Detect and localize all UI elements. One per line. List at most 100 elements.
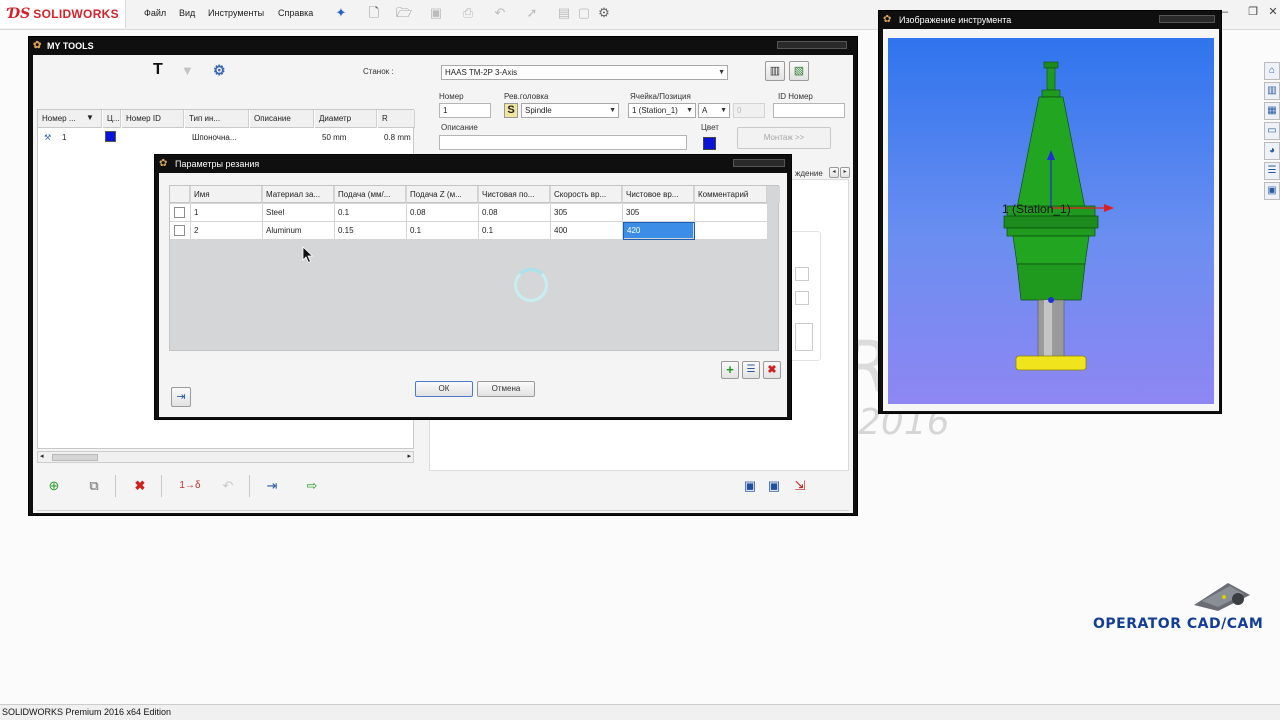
cell-speed[interactable]: 400 <box>551 222 623 240</box>
cell-feed[interactable]: 0.15 <box>335 222 407 240</box>
column-header-radius[interactable]: R <box>378 110 415 128</box>
cell-letter-select[interactable]: A ▼ <box>698 103 730 118</box>
tab-scroll-left-icon[interactable]: ◂ <box>829 167 839 178</box>
menu-view[interactable]: Вид <box>179 8 195 18</box>
titlebar-buttons[interactable] <box>733 159 785 167</box>
menu-file[interactable]: Файл <box>144 8 166 18</box>
color-swatch[interactable] <box>703 137 716 150</box>
turret-select[interactable]: Spindle ▼ <box>521 103 619 118</box>
custom-properties-icon[interactable]: ☰ <box>1264 162 1280 180</box>
menu-help[interactable]: Справка <box>278 8 313 18</box>
holder-view-button[interactable]: ▧ <box>789 61 809 81</box>
machine-select[interactable]: HAAS TM-2P 3-Axis ▼ <box>441 65 728 80</box>
undo-icon[interactable]: ↶ <box>492 5 508 21</box>
save-as-icon[interactable]: ▣ <box>765 477 783 495</box>
column-header-description[interactable]: Описание <box>250 110 314 128</box>
ok-button[interactable]: ОК <box>415 381 473 397</box>
cell-comment[interactable] <box>695 222 768 240</box>
import-icon[interactable]: ⇥ <box>263 477 281 495</box>
pin-icon[interactable]: ✦ <box>333 5 349 21</box>
tool-3d-viewport[interactable]: 1 (Station_1) <box>888 38 1214 404</box>
cell-feed-z[interactable]: 0.1 <box>407 222 479 240</box>
edit-row-icon[interactable]: ☰ <box>742 361 760 379</box>
menu-tools[interactable]: Инструменты <box>208 8 264 18</box>
cell-material[interactable]: Aluminum <box>263 222 335 240</box>
column-header-name[interactable]: Имя <box>191 186 262 203</box>
forum-icon[interactable]: ▣ <box>1264 182 1280 200</box>
new-document-icon[interactable]: 🗋 <box>366 5 382 21</box>
column-header-comment[interactable]: Комментарий <box>695 186 767 203</box>
undo-icon[interactable]: ↶ <box>219 477 237 495</box>
save-icon[interactable]: ▣ <box>741 477 759 495</box>
cell-finish-feed[interactable]: 0.1 <box>479 222 551 240</box>
cell-material[interactable]: Steel <box>263 204 335 222</box>
renumber-icon[interactable]: 1→δ <box>175 477 205 495</box>
row-checkbox[interactable] <box>174 225 185 236</box>
titlebar-buttons[interactable] <box>777 41 847 49</box>
options-gear-icon[interactable]: ⚙ <box>596 5 612 21</box>
column-header-id[interactable]: Номер ID <box>122 110 184 128</box>
tab-page-field[interactable] <box>795 323 813 351</box>
rebuild-icon[interactable]: ▤ <box>556 5 572 21</box>
close-icon[interactable]: ✕ <box>1263 4 1280 20</box>
column-header-diameter[interactable]: Диаметр <box>315 110 377 128</box>
cell-feed-z[interactable]: 0.08 <box>407 204 479 222</box>
home-icon[interactable]: ⌂ <box>1264 62 1280 80</box>
tab-page-field[interactable] <box>795 267 809 281</box>
column-header-feed[interactable]: Подача (мм/... <box>335 186 406 203</box>
column-header-finish-speed[interactable]: Чистовое вр... <box>623 186 694 203</box>
number-field[interactable]: 1 <box>439 103 491 118</box>
cell-comment[interactable] <box>695 204 768 222</box>
tab-page-field[interactable] <box>795 291 809 305</box>
cell-speed[interactable]: 305 <box>551 204 623 222</box>
solidworks-logo[interactable]: ƊS SOLIDWORKS <box>0 0 126 28</box>
my-tools-titlebar[interactable]: ✿ MY TOOLS <box>29 37 857 55</box>
tool-view-button[interactable]: ▥ <box>765 61 785 81</box>
cell-finish-speed[interactable]: 305 <box>623 204 695 222</box>
cell-feed[interactable]: 0.1 <box>335 204 407 222</box>
row-checkbox[interactable] <box>174 207 185 218</box>
tool-holder-icon[interactable]: ⚙ <box>213 62 226 79</box>
cell-name[interactable]: 1 <box>191 204 263 222</box>
id-number-field[interactable] <box>773 103 845 118</box>
copy-tool-icon[interactable]: ⧉ <box>85 477 103 495</box>
description-field[interactable] <box>439 135 687 150</box>
restore-icon[interactable]: ❐ <box>1243 4 1263 20</box>
delete-row-icon[interactable]: ✖ <box>763 361 781 379</box>
file-explorer-icon[interactable]: ▭ <box>1264 122 1280 140</box>
tool-image-titlebar[interactable]: ✿ Изображение инструмента <box>879 11 1221 29</box>
scroll-left-icon[interactable]: ◂ <box>40 452 44 460</box>
appearances-icon[interactable]: ◕ <box>1264 142 1280 160</box>
column-header-type[interactable]: Тип ин... <box>185 110 249 128</box>
scroll-right-icon[interactable]: ▸ <box>407 452 411 460</box>
cell-finish-speed-selected[interactable]: 420 <box>623 222 695 240</box>
column-header-finish-feed[interactable]: Чистовая по... <box>479 186 550 203</box>
print-icon[interactable]: ⎙ <box>460 5 476 21</box>
column-header-speed[interactable]: Скорость вр... <box>551 186 622 203</box>
export-params-icon[interactable]: ⇥ <box>171 387 191 407</box>
cell-select[interactable]: 1 (Station_1) ▼ <box>628 103 696 118</box>
add-row-icon[interactable]: + <box>721 361 739 379</box>
save-icon[interactable]: ▣ <box>428 5 444 21</box>
cell-name[interactable]: 2 <box>191 222 263 240</box>
design-library-icon[interactable]: ▦ <box>1264 102 1280 120</box>
titlebar-buttons[interactable] <box>1159 15 1215 23</box>
cell-finish-feed[interactable]: 0.08 <box>479 204 551 222</box>
column-header-material[interactable]: Материал за... <box>263 186 334 203</box>
scrollbar-thumb[interactable] <box>52 454 98 461</box>
open-folder-icon[interactable]: 🗁 <box>396 5 412 21</box>
cancel-button[interactable]: Отмена <box>477 381 535 397</box>
tab-scroll-right-icon[interactable]: ▸ <box>840 167 850 178</box>
mount-button[interactable]: Монтаж >> <box>737 127 831 149</box>
resources-icon[interactable]: ▥ <box>1264 82 1280 100</box>
export-icon[interactable]: ⇨ <box>303 477 321 495</box>
column-header-color[interactable]: Ц... <box>103 110 121 128</box>
tab-fragment[interactable]: ждение <box>795 169 823 178</box>
add-tool-icon[interactable]: ⊕ <box>45 477 63 495</box>
filter-icon[interactable]: ▼ <box>181 63 194 78</box>
delete-tool-icon[interactable]: ✖ <box>131 477 149 495</box>
tools-table-scrollbar[interactable]: ◂ ▸ <box>37 451 414 463</box>
cell-position-field[interactable]: 0 <box>733 103 765 118</box>
text-tool-icon[interactable]: T <box>153 61 163 79</box>
select-icon[interactable]: ➚ <box>524 5 540 21</box>
